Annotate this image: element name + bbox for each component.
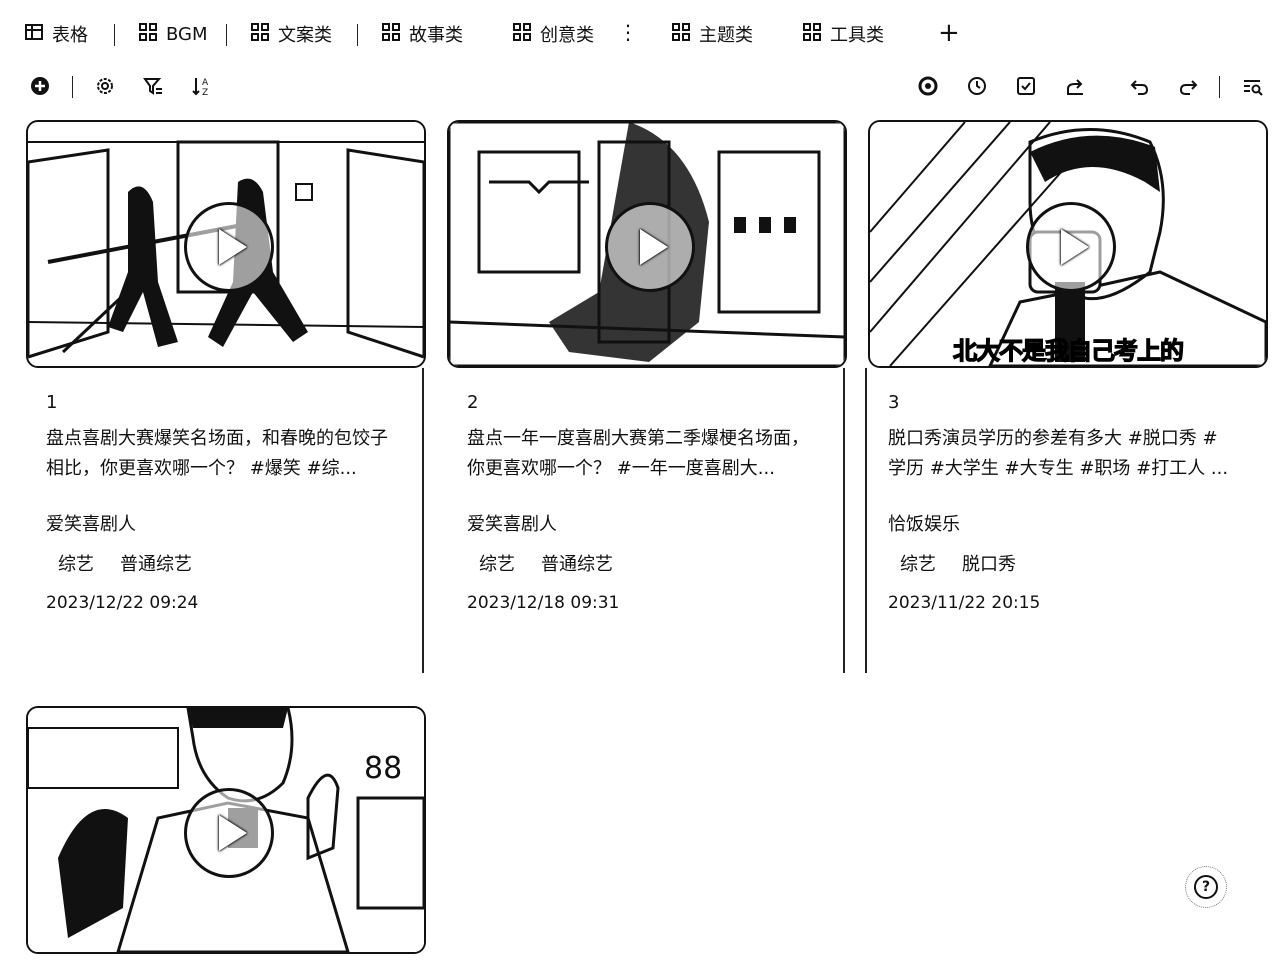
video-title: 脱口秀演员学历的参差有多大 #脱口秀 #学历 #大学生 #大专生 #职场 #打工… xyxy=(888,428,1229,479)
toolbar-divider xyxy=(1219,76,1220,98)
tab-table[interactable]: 表格 xyxy=(24,20,88,48)
publish-date: 2023/11/22 20:15 xyxy=(888,593,1041,613)
video-title: 盘点一年一度喜剧大赛第二季爆梗名场面，你更喜欢哪一个？ #一年一度喜剧大... xyxy=(467,428,809,479)
tag-list: 综艺 普通综艺 xyxy=(479,550,613,576)
help-icon: ? xyxy=(1194,875,1218,899)
tab-divider xyxy=(226,24,227,46)
video-thumbnail[interactable]: 88 xyxy=(26,706,426,954)
author-name: 爱笑喜剧人 xyxy=(46,514,136,535)
video-thumbnail[interactable] xyxy=(447,120,847,368)
publish-date: 2023/12/18 09:31 xyxy=(467,593,620,613)
tab-bgm[interactable]: BGM xyxy=(138,20,208,48)
tab-tools[interactable]: 工具类 xyxy=(802,20,884,48)
tab-more-icon[interactable]: ⋮ xyxy=(618,20,638,44)
record-number: 3 xyxy=(888,392,900,413)
checklist-icon[interactable] xyxy=(1014,74,1038,98)
tab-label: 工具类 xyxy=(830,25,884,46)
add-view-icon[interactable]: + xyxy=(938,18,960,48)
tab-copywriting[interactable]: 文案类 xyxy=(250,20,332,48)
tag-category: 综艺 xyxy=(58,554,94,575)
search-panel-icon[interactable] xyxy=(1241,74,1265,98)
tag-category: 综艺 xyxy=(479,554,515,575)
tab-label: 主题类 xyxy=(699,25,753,46)
tag-list: 综艺 普通综艺 xyxy=(58,550,192,576)
tab-label: 表格 xyxy=(52,25,88,46)
redo-icon[interactable] xyxy=(1176,74,1200,98)
record-number: 1 xyxy=(46,392,58,413)
toolbar: AZ xyxy=(0,70,1280,104)
tab-theme[interactable]: 主题类 xyxy=(671,20,753,48)
grid-icon xyxy=(802,22,822,47)
grid-icon xyxy=(671,22,691,47)
add-record-icon[interactable] xyxy=(28,74,52,98)
video-title: 盘点喜剧大赛爆笑名场面，和春晚的包饺子相比，你更喜欢哪一个？ #爆笑 #综... xyxy=(46,428,388,479)
tag-subcategory: 普通综艺 xyxy=(120,554,192,575)
svg-text:Z: Z xyxy=(202,88,208,97)
svg-text:A: A xyxy=(202,78,209,88)
tab-label: 创意类 xyxy=(540,25,594,46)
filter-icon[interactable] xyxy=(141,74,165,98)
publish-date: 2023/12/22 09:24 xyxy=(46,593,199,613)
tag-subcategory: 脱口秀 xyxy=(962,554,1016,575)
video-thumbnail[interactable]: 北大不是我自己考上的 xyxy=(868,120,1268,368)
tag-subcategory: 普通综艺 xyxy=(541,554,613,575)
color-icon[interactable] xyxy=(916,74,940,98)
table-icon xyxy=(24,22,44,47)
play-icon[interactable] xyxy=(1026,202,1116,292)
grid-icon xyxy=(250,22,270,47)
tab-story[interactable]: 故事类 xyxy=(381,20,463,48)
tag-category: 综艺 xyxy=(900,554,936,575)
video-thumbnail[interactable] xyxy=(26,120,426,368)
record-number: 2 xyxy=(467,392,479,413)
author-name: 恰饭娱乐 xyxy=(888,514,960,535)
sort-icon[interactable]: AZ xyxy=(190,74,214,98)
column-divider xyxy=(422,368,424,673)
history-icon[interactable] xyxy=(965,74,989,98)
video-caption: 北大不是我自己考上的 xyxy=(952,336,1184,365)
tab-divider xyxy=(114,24,115,46)
view-tabs: 表格 BGM 文案类 故事类 创意类 ⋮ 主题类 工具类 + xyxy=(0,14,1280,54)
tab-label: 文案类 xyxy=(278,25,332,46)
column-divider xyxy=(843,368,845,673)
tab-creative[interactable]: 创意类 xyxy=(512,20,594,48)
share-icon[interactable] xyxy=(1063,74,1087,98)
author-name: 爱笑喜剧人 xyxy=(467,514,557,535)
tab-divider xyxy=(357,24,358,46)
tab-label: 故事类 xyxy=(409,25,463,46)
play-icon[interactable] xyxy=(184,788,274,878)
grid-icon xyxy=(381,22,401,47)
play-icon[interactable] xyxy=(605,202,695,292)
svg-text:88: 88 xyxy=(364,751,402,786)
column-divider xyxy=(865,368,867,673)
undo-icon[interactable] xyxy=(1128,74,1152,98)
grid-icon xyxy=(512,22,532,47)
tab-label: BGM xyxy=(166,23,208,45)
play-icon[interactable] xyxy=(184,202,274,292)
settings-icon[interactable] xyxy=(93,74,117,98)
grid-icon xyxy=(138,22,158,47)
tag-list: 综艺 脱口秀 xyxy=(900,550,1016,576)
help-button[interactable]: ? xyxy=(1185,866,1227,908)
toolbar-divider xyxy=(72,76,73,98)
